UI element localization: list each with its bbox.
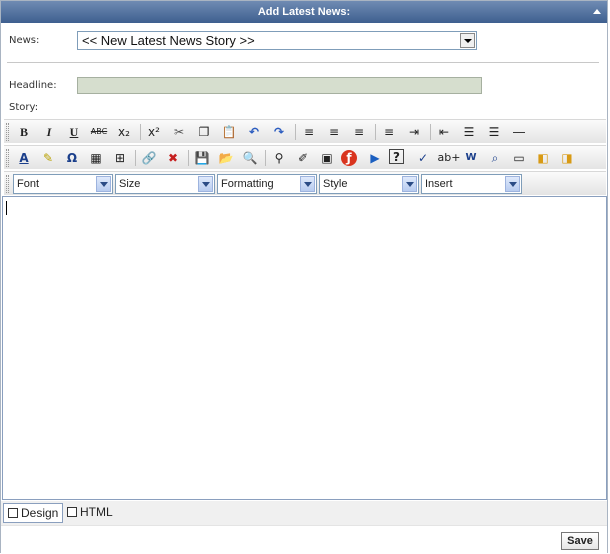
formatting-select[interactable]: Formatting (217, 174, 317, 194)
html-mode-icon (67, 507, 77, 517)
indent-icon[interactable]: ⇥ (404, 123, 424, 141)
bulleted-list-icon[interactable]: ☰ (459, 123, 479, 141)
bold-icon[interactable]: B (14, 123, 34, 141)
formatting-toolbar: B I U ABC x₂ x² ✂ ❐ 📋 ↶ ↷ ≡ ≡ ≡ ≡ ⇥ ⇤ ☰ ☰ ― (4, 119, 606, 143)
save-button[interactable]: Save (561, 532, 599, 550)
cut-icon[interactable]: ✂ (169, 123, 189, 141)
toolbar-grip[interactable] (6, 123, 9, 141)
underline-icon[interactable]: U (64, 123, 84, 141)
toolbar-grip[interactable] (6, 175, 9, 193)
highlight-color-icon[interactable]: ✎ (38, 149, 58, 167)
find-replace-icon[interactable]: ab+ (437, 149, 461, 167)
insert-flash-icon[interactable]: ƒ (341, 150, 357, 166)
dropdown-toolbar: Font Size Formatting Style Insert (4, 171, 606, 195)
tab-html-label: HTML (80, 505, 113, 519)
toolbar-separator (135, 150, 136, 166)
paste-from-word-icon[interactable]: W (461, 149, 481, 167)
headline-input[interactable] (77, 77, 482, 94)
save-icon[interactable]: 💾 (192, 149, 212, 167)
style-select-label: Style (323, 178, 348, 190)
toolbar-separator (430, 124, 431, 140)
symbol-icon[interactable]: Ω (62, 149, 82, 167)
preview-icon[interactable]: 🔍 (240, 149, 260, 167)
outdent-icon[interactable]: ⇤ (434, 123, 454, 141)
add-news-panel: Add Latest News: News: << New Latest New… (0, 0, 608, 553)
subscript-icon[interactable]: x₂ (114, 123, 134, 141)
toolbar-separator (140, 124, 141, 140)
font-select-label: Font (17, 178, 40, 190)
find-icon[interactable]: ⚲ (269, 149, 289, 167)
tab-html[interactable]: HTML (63, 503, 117, 523)
tab-design-label: Design (21, 506, 59, 520)
insert-media-icon[interactable]: ▶ (365, 149, 385, 167)
insert-form-icon[interactable]: ▭ (509, 149, 529, 167)
justify-icon[interactable]: ≡ (379, 123, 399, 141)
help-icon[interactable]: ? (389, 149, 404, 164)
horizontal-rule-icon[interactable]: ― (509, 123, 529, 141)
news-select[interactable]: << New Latest News Story >> (77, 31, 477, 50)
numbered-list-icon[interactable]: ☰ (484, 123, 504, 141)
table-borders-icon[interactable]: ⊞ (110, 149, 130, 167)
toolbar-separator (375, 124, 376, 140)
bring-forward-icon[interactable]: ◧ (533, 149, 553, 167)
toolbar-separator (188, 150, 189, 166)
insert-toolbar: A ✎ Ω ▦ ⊞ 🔗 ✖ 💾 📂 🔍 ⚲ ✐ ▣ ƒ ▶? ✓ ab+ W ⌕ ▭ ◧ ◨ (4, 145, 606, 169)
insert-select-label: Insert (425, 178, 453, 190)
chevron-down-icon[interactable] (198, 176, 213, 192)
collapse-icon[interactable] (593, 9, 601, 14)
text-caret (6, 201, 7, 215)
chevron-down-icon[interactable] (402, 176, 417, 192)
story-label: Story: (9, 102, 39, 113)
story-editor[interactable] (2, 196, 607, 500)
chevron-down-icon[interactable] (96, 176, 111, 192)
chevron-down-icon[interactable] (300, 176, 315, 192)
format-painter-icon[interactable]: ✐ (293, 149, 313, 167)
superscript-icon[interactable]: x² (144, 123, 164, 141)
open-icon[interactable]: 📂 (216, 149, 236, 167)
panel-titlebar: Add Latest News: (1, 1, 607, 23)
size-select[interactable]: Size (115, 174, 215, 194)
font-select[interactable]: Font (13, 174, 113, 194)
align-center-icon[interactable]: ≡ (324, 123, 344, 141)
italic-icon[interactable]: I (39, 123, 59, 141)
insert-image-icon[interactable]: ▣ (317, 149, 337, 167)
spellcheck-icon[interactable]: ✓ (413, 149, 433, 167)
insert-table-icon[interactable]: ▦ (86, 149, 106, 167)
hyperlink-icon[interactable]: 🔗 (139, 149, 159, 167)
insert-select[interactable]: Insert (421, 174, 522, 194)
strikethrough-icon[interactable]: ABC (89, 123, 109, 141)
zoom-icon[interactable]: ⌕ (485, 149, 505, 167)
toolbar-grip[interactable] (6, 149, 9, 167)
footer: Save (1, 525, 607, 553)
toolbar-separator (295, 124, 296, 140)
editor-mode-bar: Design HTML (1, 501, 607, 525)
copy-icon[interactable]: ❐ (194, 123, 214, 141)
align-right-icon[interactable]: ≡ (349, 123, 369, 141)
tab-design[interactable]: Design (3, 503, 64, 523)
style-select[interactable]: Style (319, 174, 419, 194)
divider (7, 62, 599, 63)
undo-icon[interactable]: ↶ (244, 123, 264, 141)
align-left-icon[interactable]: ≡ (299, 123, 319, 141)
headline-label: Headline: (9, 80, 57, 91)
size-select-label: Size (119, 178, 141, 190)
formatting-select-label: Formatting (221, 178, 274, 190)
news-select-value: << New Latest News Story >> (82, 33, 255, 48)
panel-title: Add Latest News: (257, 6, 351, 18)
chevron-down-icon[interactable] (505, 176, 520, 192)
redo-icon[interactable]: ↷ (269, 123, 289, 141)
news-label: News: (9, 35, 40, 46)
design-mode-icon (8, 508, 18, 518)
font-color-icon[interactable]: A (14, 149, 34, 167)
toolbar-separator (265, 150, 266, 166)
remove-link-icon[interactable]: ✖ (163, 149, 183, 167)
send-backward-icon[interactable]: ◨ (557, 149, 577, 167)
paste-icon[interactable]: 📋 (219, 123, 239, 141)
chevron-down-icon[interactable] (460, 33, 475, 48)
